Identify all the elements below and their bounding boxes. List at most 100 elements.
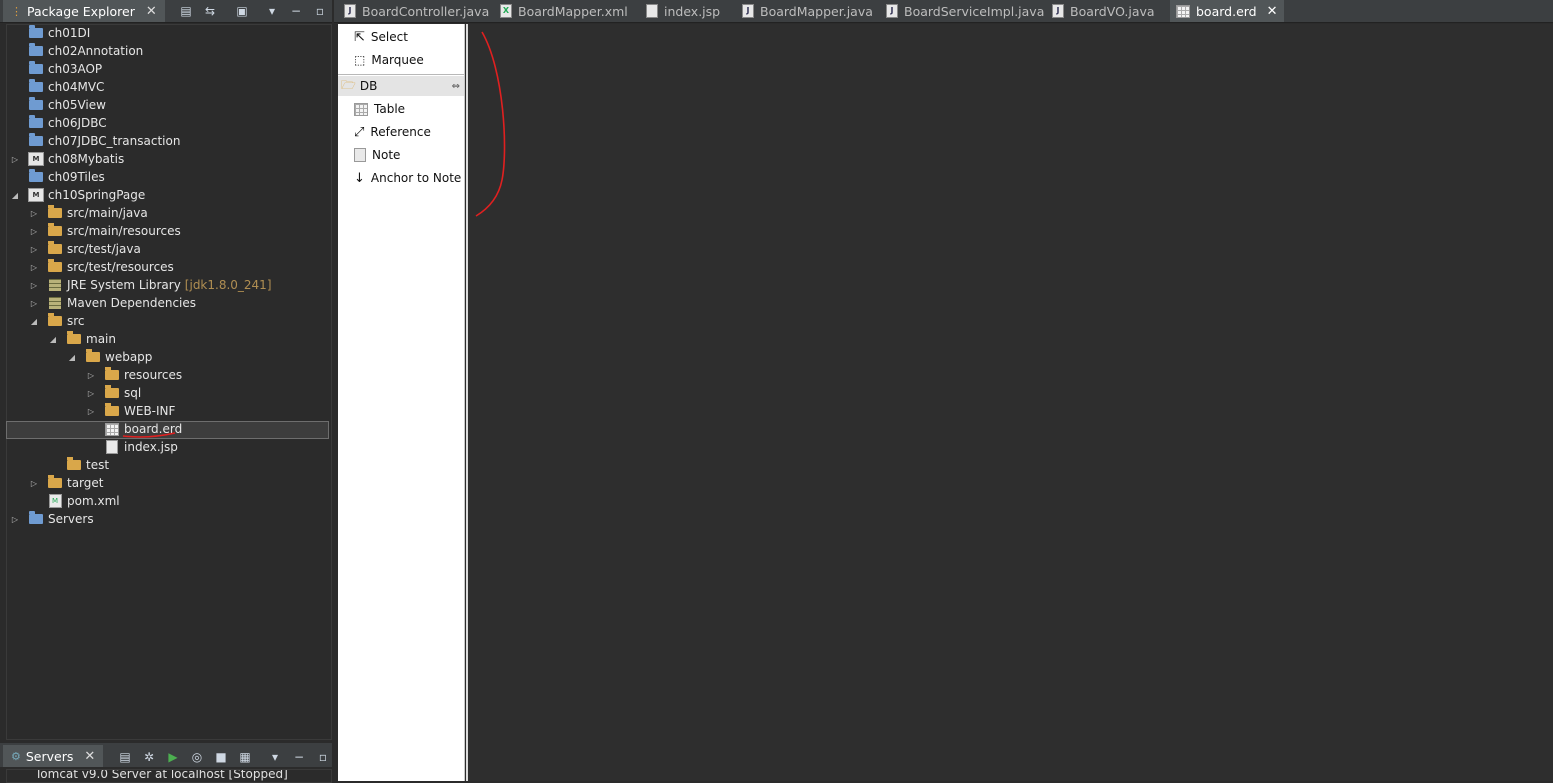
jdk-version-label: [jdk1.8.0_241] (184, 278, 272, 292)
focus-on-active-task-icon[interactable]: ▣ (234, 3, 250, 18)
expand-arrow-icon[interactable]: ▷ (86, 407, 96, 416)
tree-item-servers[interactable]: Servers (28, 510, 94, 528)
project-folder-icon (28, 79, 44, 94)
tree-item-src-main-resources[interactable]: src/main/resources (47, 222, 181, 240)
tab-boardvo-java[interactable]: J BoardVO.java (1046, 0, 1161, 22)
expand-arrow-icon[interactable]: ▷ (29, 209, 39, 218)
tree-item-label: index.jsp (124, 440, 178, 454)
library-icon (47, 278, 63, 292)
pin-drawer-icon[interactable]: ⇔ (452, 81, 460, 92)
expand-arrow-icon[interactable]: ▷ (29, 245, 39, 254)
close-icon[interactable]: ✕ (1267, 4, 1278, 19)
tree-item-label: Servers (48, 512, 94, 526)
tree-item-web-inf[interactable]: WEB-INF (104, 402, 175, 420)
palette-reference-tool[interactable]: ⤢ Reference (354, 122, 431, 142)
tree-item-ch01di[interactable]: ch01DI (28, 24, 90, 42)
tab-boardmapper-xml[interactable]: X BoardMapper.xml (494, 0, 634, 22)
palette-table-tool[interactable]: Table (354, 99, 405, 119)
tree-item-src-test-java[interactable]: src/test/java (47, 240, 141, 258)
tree-item-label: sql (124, 386, 142, 400)
tree-item-src-test-resources[interactable]: src/test/resources (47, 258, 174, 276)
tree-item-pom-xml[interactable]: Mpom.xml (47, 492, 120, 510)
tree-item-ch04mvc[interactable]: ch04MVC (28, 78, 104, 96)
debug-server-icon[interactable]: ✲ (141, 749, 157, 764)
start-server-icon[interactable]: ▶ (165, 749, 181, 764)
palette-select-tool[interactable]: ⇱ Select (354, 27, 408, 47)
minimize-icon[interactable]: − (288, 3, 304, 18)
collapse-arrow-icon[interactable]: ◢ (48, 335, 58, 344)
collapse-arrow-icon[interactable]: ◢ (10, 191, 20, 200)
expand-arrow-icon[interactable]: ▷ (29, 281, 39, 290)
expand-arrow-icon[interactable]: ▷ (29, 299, 39, 308)
tree-item-ch05view[interactable]: ch05View (28, 96, 106, 114)
palette-drawer-db[interactable]: 🗁 DB ⇔ (338, 76, 464, 96)
tree-item-label: ch06JDBC (48, 116, 107, 130)
collapse-arrow-icon[interactable]: ◢ (67, 353, 77, 362)
collapse-all-icon[interactable]: ▤ (117, 749, 133, 764)
tree-item-src[interactable]: src (47, 312, 85, 330)
close-icon[interactable]: ✕ (146, 4, 157, 19)
tab-label: BoardController.java (362, 3, 490, 19)
expand-arrow-icon[interactable]: ▷ (29, 479, 39, 488)
red-underline-annotation (122, 432, 176, 438)
tree-item-target[interactable]: target (47, 474, 104, 492)
server-entry[interactable]: Tomcat v9.0 Server at localhost [Stopped… (35, 770, 288, 781)
maximize-icon[interactable]: ▫ (315, 749, 331, 764)
maximize-icon[interactable]: ▫ (312, 3, 328, 18)
publish-server-icon[interactable]: ▦ (237, 749, 253, 764)
servers-tab[interactable]: ⚙ Servers ✕ (3, 745, 104, 767)
view-menu-chevron-down-icon[interactable]: ▾ (264, 3, 280, 18)
tree-item-sql[interactable]: sql (104, 384, 141, 402)
tree-item-label: ch02Annotation (48, 44, 144, 58)
profile-server-icon[interactable]: ◎ (189, 749, 205, 764)
tree-item-ch07jdbc-transaction[interactable]: ch07JDBC_transaction (28, 132, 180, 150)
tree-item-ch06jdbc[interactable]: ch06JDBC (28, 114, 107, 132)
java-interface-icon: J (742, 4, 754, 18)
tree-item-jre-system-library[interactable]: JRE System Library [jdk1.8.0_241] (47, 276, 272, 294)
tree-item-ch02annotation[interactable]: ch02Annotation (28, 42, 143, 60)
tree-item-ch10springpage[interactable]: Mch10SpringPage (28, 186, 145, 204)
expand-arrow-icon[interactable]: ▷ (86, 389, 96, 398)
tree-item-index-jsp[interactable]: index.jsp (104, 438, 178, 456)
expand-arrow-icon[interactable]: ▷ (29, 263, 39, 272)
package-explorer-tab[interactable]: ⋮ Package Explorer ✕ (3, 0, 165, 22)
expand-arrow-icon[interactable]: ▷ (86, 371, 96, 380)
tab-boardcontroller-java[interactable]: J BoardController.java (338, 0, 495, 22)
erd-file-icon (1176, 4, 1190, 18)
expand-arrow-icon[interactable]: ▷ (10, 155, 20, 164)
link-with-editor-icon[interactable]: ⇆ (202, 3, 218, 18)
tree-item-ch08mybatis[interactable]: Mch08Mybatis (28, 150, 124, 168)
tree-item-src-main-java[interactable]: src/main/java (47, 204, 148, 222)
jsp-file-icon (646, 4, 658, 18)
expand-arrow-icon[interactable]: ▷ (29, 227, 39, 236)
red-bracket-annotation (475, 31, 506, 217)
close-icon[interactable]: ✕ (84, 749, 95, 764)
tree-item-ch09tiles[interactable]: ch09Tiles (28, 168, 105, 186)
view-menu-chevron-down-icon[interactable]: ▾ (267, 749, 283, 764)
tab-boardmapper-java[interactable]: J BoardMapper.java (736, 0, 879, 22)
tree-item-maven-dependencies[interactable]: Maven Dependencies (47, 294, 196, 312)
tree-item-resources[interactable]: resources (104, 366, 182, 384)
palette-item-label: Table (374, 102, 406, 116)
package-explorer-title: Package Explorer (27, 3, 135, 19)
collapse-all-icon[interactable]: ▤ (178, 3, 194, 18)
folder-open-icon (47, 313, 63, 328)
tree-item-ch03aop[interactable]: ch03AOP (28, 60, 102, 78)
palette-marquee-tool[interactable]: ⬚ Marquee (354, 50, 424, 70)
collapse-arrow-icon[interactable]: ◢ (29, 317, 39, 326)
tab-label: BoardMapper.java (760, 3, 873, 19)
tree-item-main[interactable]: main (66, 330, 116, 348)
erd-diagram-canvas[interactable] (466, 24, 1553, 781)
tree-item-label: main (86, 332, 116, 346)
tab-board-erd[interactable]: board.erd ✕ (1170, 0, 1284, 22)
minimize-icon[interactable]: − (291, 749, 307, 764)
tab-index-jsp[interactable]: index.jsp (640, 0, 726, 22)
palette-anchor-to-note-tool[interactable]: ↓ Anchor to Note (354, 168, 461, 188)
stop-server-icon[interactable]: ■ (213, 749, 229, 764)
palette-note-tool[interactable]: Note (354, 145, 400, 165)
tree-item-test[interactable]: test (66, 456, 109, 474)
expand-arrow-icon[interactable]: ▷ (10, 515, 20, 524)
tree-item-webapp[interactable]: webapp (85, 348, 152, 366)
tree-item-label: ch09Tiles (48, 170, 105, 184)
tab-boardserviceimpl-java[interactable]: J BoardServiceImpl.java (880, 0, 1050, 22)
